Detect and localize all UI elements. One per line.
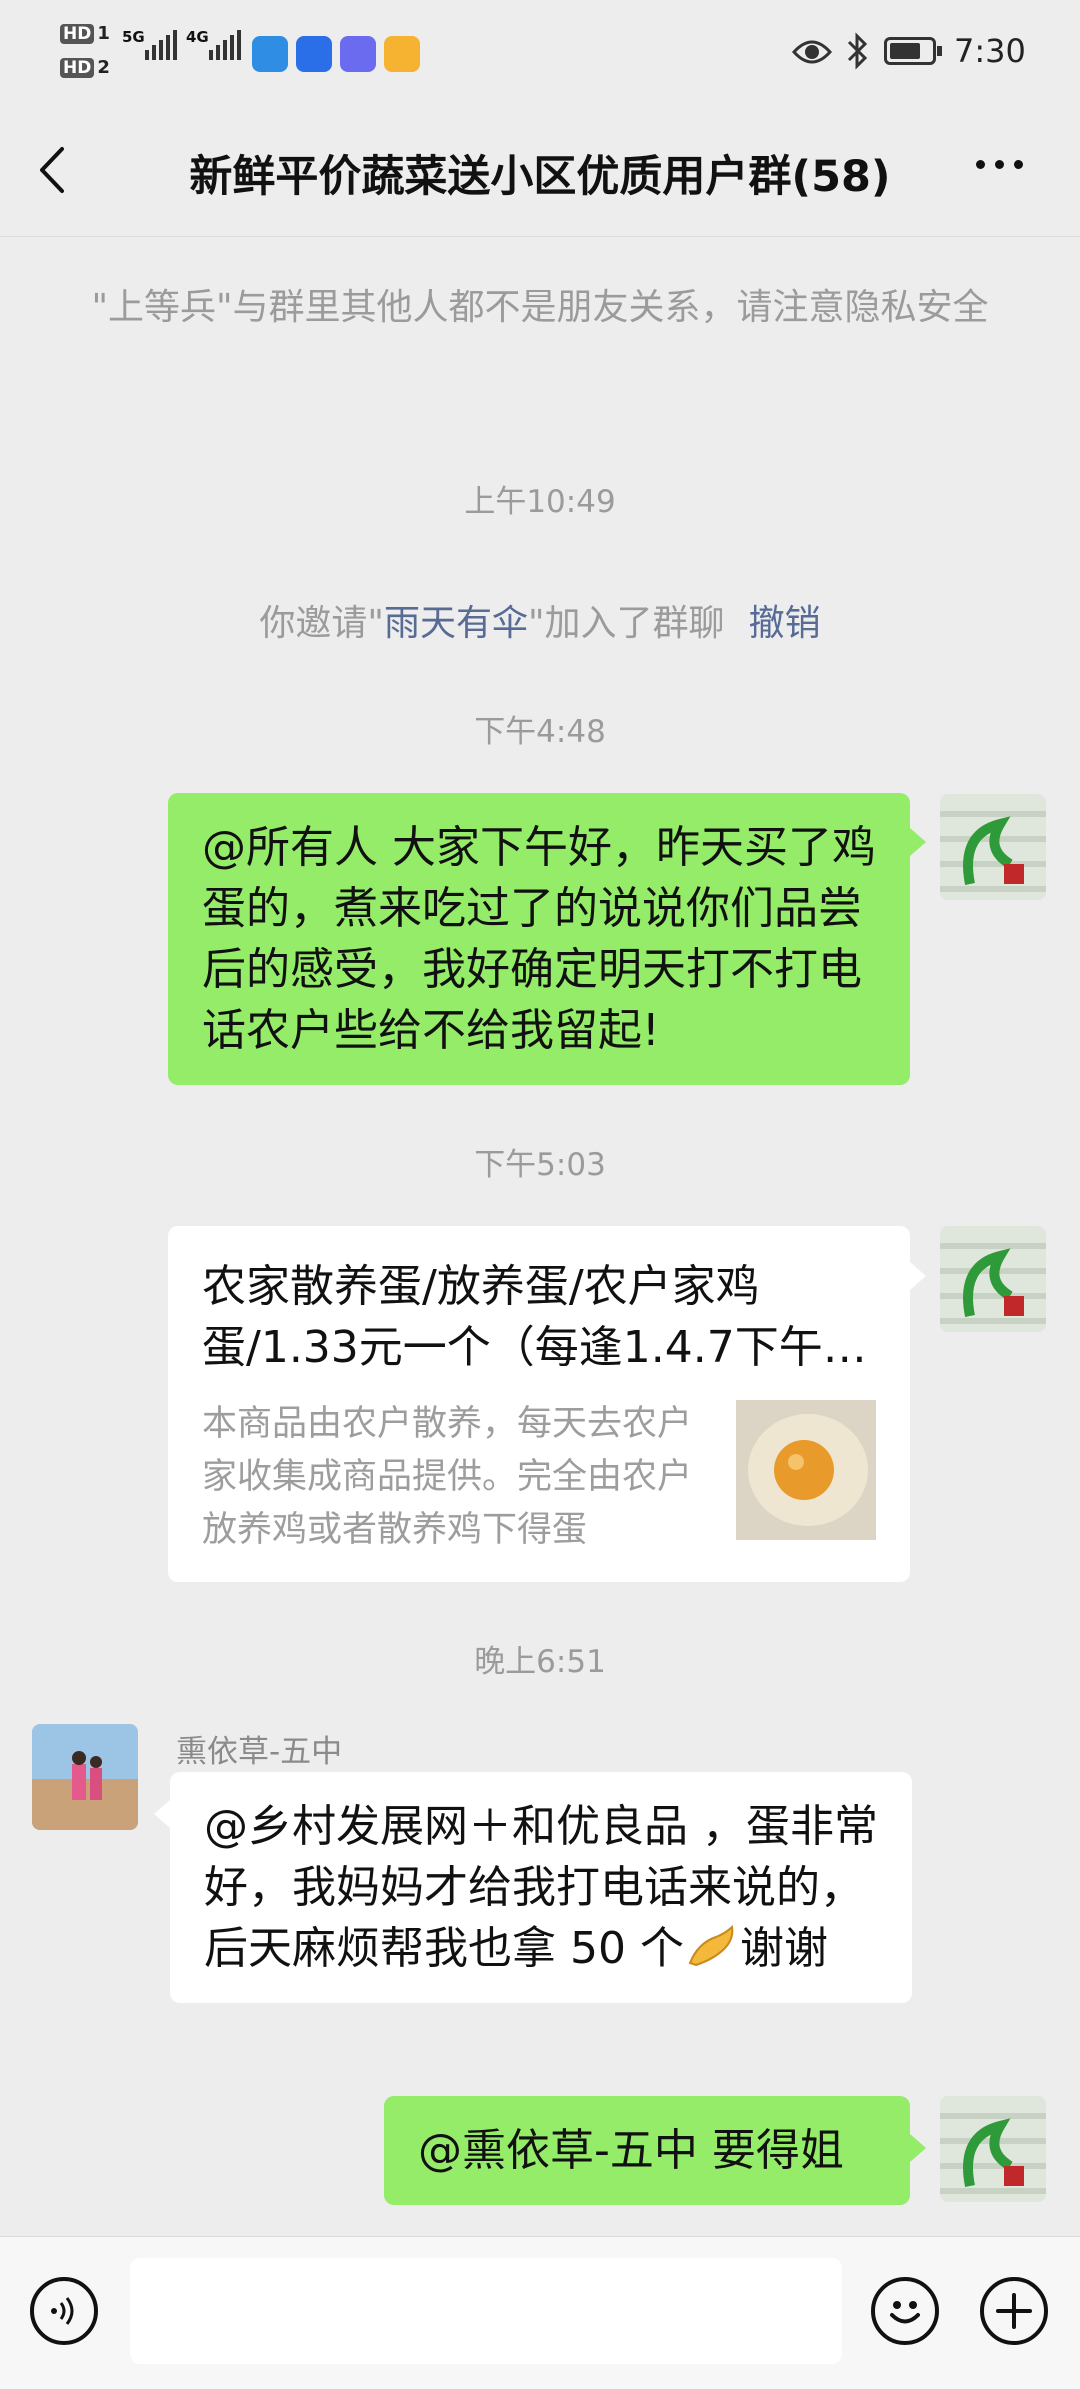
timestamp: 下午4:48 [474,714,606,750]
sender-name: 熏依草-五中 [176,1734,343,1770]
bubble-tail [910,2134,926,2162]
clock: 7:30 [954,32,1026,70]
message-input[interactable] [130,2258,842,2364]
sim2-indicator: HD 2 [60,58,110,78]
signal-5g-icon: 5G [122,28,177,60]
message-bubble[interactable]: @所有人 大家下午好，昨天买了鸡蛋的，煮来吃过了的说说你们品尝后的感受，我好确定… [168,793,910,1085]
chat-title: 新鲜平价蔬菜送小区优质用户群(58) [189,152,891,202]
plus-icon[interactable] [980,2277,1048,2345]
message-bubble[interactable]: @乡村发展网＋和优良品 ，蛋非常好，我妈妈才给我打电话来说的，后天麻烦帮我也拿 … [170,1772,912,2003]
emoji-icon[interactable] [871,2277,939,2345]
timestamp: 上午10:49 [464,484,616,520]
product-card[interactable]: 农家散养蛋/放养蛋/农户家鸡蛋/1.33元一个（每逢1.4.7下午送货上门） 本… [168,1226,910,1582]
education-app-icon [340,36,376,72]
signal-4g-icon: 4G [186,28,241,60]
invitee-link[interactable]: 雨天有伞 [384,603,528,644]
product-thumbnail [736,1400,876,1540]
bubble-tail [910,828,926,856]
more-dots-icon[interactable] [976,160,1023,169]
bubble-tail [154,1800,170,1828]
message-bubble[interactable]: @熏依草-五中 要得姐 [384,2096,910,2205]
status-bar: HD 1 HD 2 5G 4G 7:30 [0,0,1080,100]
avatar[interactable] [32,1724,138,1830]
timestamp: 晚上6:51 [474,1644,606,1680]
card-description: 本商品由农户散养，每天去农户家收集成商品提供。完全由农户放养鸡或者散养鸡下得蛋 [202,1404,693,1550]
bubble-tail [910,1262,926,1290]
weather-app-icon [252,36,288,72]
avatar[interactable] [940,794,1046,900]
invite-notice: 你邀请"雨天有伞"加入了群聊 撤销 [259,603,821,644]
card-title: 农家散养蛋/放养蛋/农户家鸡蛋/1.33元一个（每逢1.4.7下午送货上门） [202,1261,867,1373]
chevron-left-icon[interactable] [34,145,84,195]
eye-icon [791,38,833,70]
pinch-hand-emoji-icon [686,1923,738,1969]
notes-app-icon [384,36,420,72]
battery-icon [884,37,942,65]
timestamp: 下午5:03 [474,1147,606,1183]
sim1-indicator: HD 1 [60,24,110,44]
privacy-notice: "上等兵"与群里其他人都不是朋友关系，请注意隐私安全 [91,287,989,328]
voice-icon[interactable] [30,2277,98,2345]
avatar[interactable] [940,1226,1046,1332]
revoke-link[interactable]: 撤销 [749,603,821,644]
idea-app-icon [296,36,332,72]
bluetooth-icon [846,32,868,74]
avatar[interactable] [940,2096,1046,2202]
